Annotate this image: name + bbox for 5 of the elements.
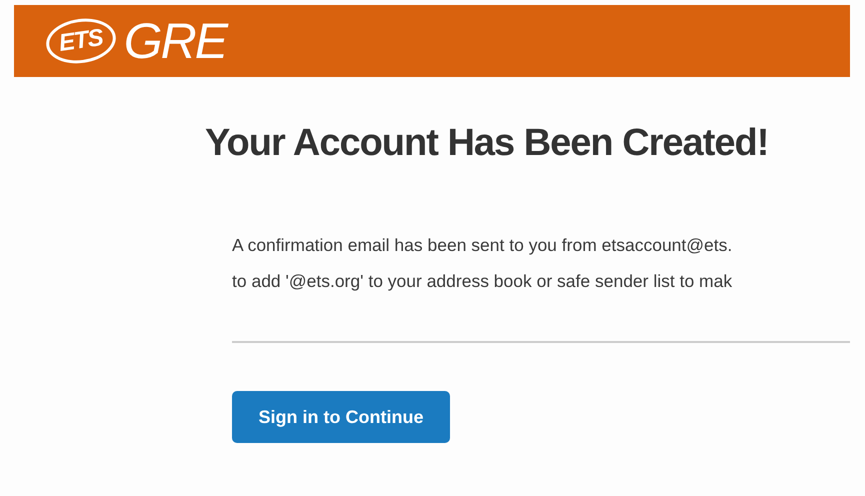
message-line: to add '@ets.org' to your address book or safe sender list to mak	[232, 270, 734, 293]
page-title: Your Account Has Been Created!	[205, 122, 770, 165]
message-line: A confirmation email has been sent to you from etsaccount@ets.	[232, 234, 734, 257]
logo-name: GRE	[124, 12, 226, 70]
sign-in-button[interactable]: Sign in to Continue	[232, 391, 450, 443]
